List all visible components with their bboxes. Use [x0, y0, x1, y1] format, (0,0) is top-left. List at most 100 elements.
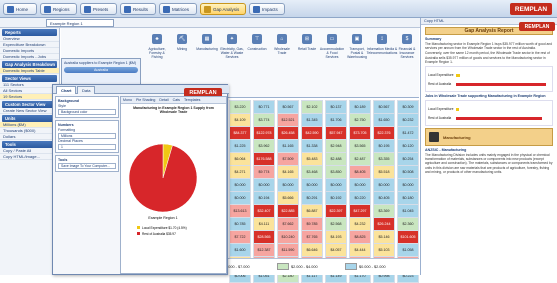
column-header[interactable]: ▣ Transport, Postal & Warehousing: [345, 34, 369, 96]
grid-cell[interactable]: $2.488: [325, 152, 347, 166]
grid-cell[interactable]: $7.662: [277, 217, 299, 231]
grid-cell[interactable]: $3.774: [253, 113, 275, 127]
grid-cell[interactable]: $22.397: [325, 204, 347, 218]
grid-cell[interactable]: $1.045: [397, 204, 419, 218]
grid-cell[interactable]: $2.102: [301, 100, 323, 114]
grid-cell[interactable]: $101.605: [397, 230, 419, 244]
tab-data[interactable]: Data: [77, 86, 96, 94]
grid-cell[interactable]: $0.567: [373, 100, 395, 114]
column-header[interactable]: $ Financial & Insurance Services: [395, 34, 419, 96]
column-header[interactable]: ⊞ Retail Trade: [295, 34, 319, 96]
menu-item[interactable]: Cats: [173, 98, 180, 102]
grid-cell[interactable]: $9.785: [301, 217, 323, 231]
grid-cell[interactable]: $5.103: [373, 243, 395, 257]
grid-cell[interactable]: $2.750: [349, 113, 371, 127]
pie-slice-rest-of-australia[interactable]: [128, 143, 198, 213]
menu-item[interactable]: Pie Shading: [136, 98, 155, 102]
grid-cell[interactable]: $5.146: [373, 230, 395, 244]
grid-cell[interactable]: $2.948: [325, 139, 347, 153]
report-item[interactable]: Domestic Imports - Jobs: [0, 54, 59, 60]
grid-cell[interactable]: $84.377: [229, 126, 251, 140]
save-image-button[interactable]: Save Image To Your Computer...: [58, 163, 116, 169]
grid-cell[interactable]: $122.978: [253, 126, 275, 140]
menu-item[interactable]: Detail: [159, 98, 168, 102]
grid-cell[interactable]: $9.774: [253, 165, 275, 179]
grid-cell[interactable]: $0.771: [253, 100, 275, 114]
grid-cell[interactable]: $0.195: [373, 139, 395, 153]
grid-cell[interactable]: $0.000: [349, 178, 371, 192]
grid-cell[interactable]: $7.509: [277, 152, 299, 166]
nav-tab-impacts[interactable]: Impacts: [249, 3, 285, 15]
grid-cell[interactable]: $1.225: [229, 139, 251, 153]
grid-cell[interactable]: $4.109: [229, 113, 251, 127]
grid-cell[interactable]: $3.565: [349, 139, 371, 153]
column-header[interactable]: ▭ Accommodation & Food Services: [320, 34, 344, 96]
australia-button[interactable]: Australia: [64, 67, 138, 73]
decimals-input[interactable]: 1: [58, 144, 116, 150]
grid-cell[interactable]: $47.297: [349, 204, 371, 218]
grid-cell[interactable]: $0.232: [397, 113, 419, 127]
grid-cell[interactable]: $1.165: [277, 139, 299, 153]
grid-cell[interactable]: $0.508: [397, 165, 419, 179]
grid-cell[interactable]: $3.220: [229, 100, 251, 114]
grid-cell[interactable]: $1.706: [325, 113, 347, 127]
grid-cell[interactable]: $4.193: [325, 230, 347, 244]
grid-cell[interactable]: $2.487: [349, 152, 371, 166]
grid-cell[interactable]: $28.565: [253, 230, 275, 244]
grid-cell[interactable]: $5.518: [373, 165, 395, 179]
grid-cell[interactable]: $32.407: [253, 204, 275, 218]
create-sector-view-link[interactable]: Create New Sector View: [0, 108, 59, 114]
grid-cell[interactable]: $6.887: [301, 204, 323, 218]
grid-cell[interactable]: $1.472: [397, 126, 419, 140]
grid-cell[interactable]: $2.568: [325, 217, 347, 231]
grid-cell[interactable]: $0.291: [301, 191, 323, 205]
selected-region-tab[interactable]: Example Region 1: [46, 19, 114, 27]
grid-cell[interactable]: $8.825: [349, 230, 371, 244]
grid-cell[interactable]: $0.220: [349, 191, 371, 205]
grid-cell[interactable]: $73.705: [349, 126, 371, 140]
grid-cell[interactable]: $4.111: [253, 217, 275, 231]
grid-cell[interactable]: $12.521: [277, 113, 299, 127]
gap-selected-item[interactable]: Domestic Imports Table: [0, 68, 59, 74]
grid-cell[interactable]: $4.444: [349, 243, 371, 257]
nav-tab-presets[interactable]: Presets: [80, 3, 117, 15]
style-select[interactable]: Background color: [58, 109, 116, 115]
nav-tab-home[interactable]: Home: [3, 3, 37, 15]
sector-view-item[interactable]: 19 Sectors: [0, 94, 59, 100]
nav-tab-regions[interactable]: Regions: [40, 3, 77, 15]
grid-cell[interactable]: $3.850: [325, 165, 347, 179]
grid-cell[interactable]: $22.885: [277, 204, 299, 218]
grid-cell[interactable]: $0.000: [373, 178, 395, 192]
grid-cell[interactable]: $57.947: [325, 126, 347, 140]
grid-cell[interactable]: $4.271: [229, 165, 251, 179]
grid-cell[interactable]: $0.254: [397, 152, 419, 166]
tab-chart[interactable]: Chart: [56, 86, 77, 94]
grid-cell[interactable]: $3.355: [373, 152, 395, 166]
grid-cell[interactable]: $1.650: [373, 113, 395, 127]
grid-cell[interactable]: $1.345: [301, 113, 323, 127]
grid-cell[interactable]: $2.360: [397, 217, 419, 231]
grid-cell[interactable]: $0.405: [373, 191, 395, 205]
grid-cell[interactable]: $4.057: [325, 243, 347, 257]
grid-cell[interactable]: $6.646: [301, 243, 323, 257]
grid-cell[interactable]: $0.120: [397, 139, 419, 153]
grid-cell[interactable]: $3.962: [253, 139, 275, 153]
grid-cell[interactable]: $0.000: [229, 191, 251, 205]
grid-cell[interactable]: $4.232: [349, 217, 371, 231]
column-header[interactable]: ⊤ Construction: [245, 34, 269, 96]
grid-cell[interactable]: $0.567: [277, 100, 299, 114]
nav-tab-results[interactable]: Results: [120, 3, 156, 15]
tool-item[interactable]: Copy HTML/Image...: [0, 154, 59, 160]
grid-cell[interactable]: $1.058: [397, 243, 419, 257]
grid-cell[interactable]: $0.309: [397, 100, 419, 114]
grid-cell[interactable]: $3.468: [301, 165, 323, 179]
grid-cell[interactable]: $0.194: [253, 191, 275, 205]
menu-item[interactable]: Templates: [184, 98, 200, 102]
grid-cell[interactable]: $1.338: [301, 139, 323, 153]
grid-cell[interactable]: $8.405: [349, 165, 371, 179]
nav-tab-matrices[interactable]: Matrices: [159, 3, 197, 15]
grid-cell[interactable]: $0.785: [229, 217, 251, 231]
grid-cell[interactable]: $42.590: [301, 126, 323, 140]
grid-cell[interactable]: $26.458: [277, 126, 299, 140]
grid-cell[interactable]: $0.000: [301, 178, 323, 192]
